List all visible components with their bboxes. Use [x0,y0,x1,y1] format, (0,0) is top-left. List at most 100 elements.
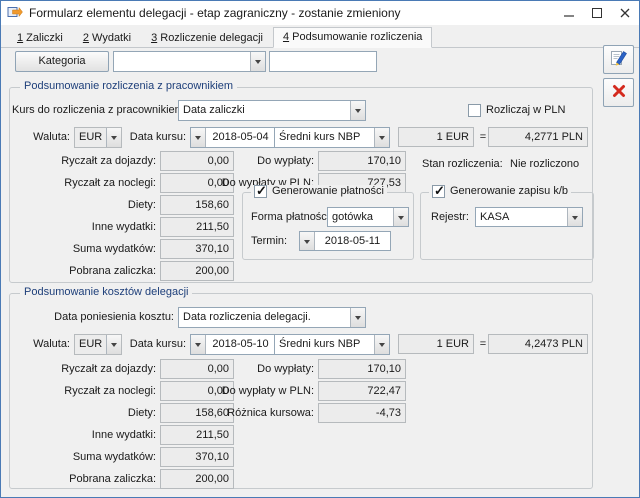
calendar-dropdown-icon[interactable] [300,232,315,250]
save-button[interactable] [603,45,634,74]
titlebar: Formularz elementu delegacji - etap zagr… [1,1,639,25]
checkbox-box [432,185,445,198]
generowanie-platnosci-checkbox[interactable]: Generowanie płatności [251,185,387,198]
diety-field: 158,60 [160,195,234,215]
field-row: Pobrana zaliczka: 200,00 [20,468,234,489]
kategoria-opis-input[interactable] [269,51,377,72]
do-wyplaty-pln-koszty-field: 722,47 [318,381,406,401]
kurs-rozliczenia-label: Kurs do rozliczenia z pracownikiem: [12,100,174,121]
data-kursu-value: 2018-05-10 [206,335,275,354]
stan-rozliczenia-value: Nie rozliczono [510,154,579,175]
kurs-jednostka-field: 1 EUR [398,127,474,147]
inne-wydatki-label: Inne wydatki: [20,429,156,441]
waluta-value: EUR [75,128,106,147]
suma-wydatkow-field: 370,10 [160,239,234,259]
kurs-przelicznik-field: 4,2771 PLN [488,127,588,147]
data-poniesienia-combo[interactable]: Data rozliczenia delegacji. [178,307,366,328]
field-row: Suma wydatków: 370,10 [20,446,234,467]
rejestr-combo[interactable]: KASA [475,207,583,227]
roznica-kursowa-label: Różnica kursowa: [196,407,314,419]
pobrana-zaliczka-koszty-field: 200,00 [160,469,234,489]
costs-group: Podsumowanie kosztów delegacji Data poni… [9,293,593,489]
ryczalt-dojazdy-label: Ryczałt za dojazdy: [20,155,156,167]
generowanie-platnosci-box: Generowanie płatności Forma płatności: g… [242,192,414,260]
chevron-down-icon[interactable] [350,308,365,327]
kategoria-combo[interactable] [113,51,266,72]
field-row: Różnica kursowa: -4,73 [196,402,406,423]
settlement-group-title: Podsumowanie rozliczenia z pracownikiem [20,80,237,92]
cancel-x-icon [610,82,628,103]
close-icon[interactable] [611,1,639,25]
pobrana-zaliczka-field: 200,00 [160,261,234,281]
chevron-down-icon[interactable] [374,128,389,147]
kategoria-button[interactable]: Kategoria [15,51,109,72]
generowanie-zapisu-kb-box: Generowanie zapisu k/b Rejestr: KASA [420,192,594,260]
equals-sign: = [478,334,488,355]
do-wyplaty-field: 170,10 [318,151,406,171]
tab-wydatki[interactable]: 2 Wydatki [73,28,141,47]
forma-platnosci-combo[interactable]: gotówka [327,207,409,227]
costs-payout-fields: Do wypłaty: 170,10 Do wypłaty w PLN: 722… [196,358,406,424]
tab-rozliczenie-delegacji[interactable]: 3 Rozliczenie delegacji [141,28,273,47]
window-title: Formularz elementu delegacji - etap zagr… [29,6,401,20]
stan-rozliczenia-label: Stan rozliczenia: [422,154,503,175]
data-poniesienia-label: Data poniesienia kosztu: [12,307,174,328]
do-wyplaty-pln-label: Do wypłaty w PLN: [196,385,314,397]
inne-wydatki-field: 211,50 [160,217,234,237]
field-row: Suma wydatków: 370,10 [20,238,234,259]
kategoria-combo-value [114,52,250,71]
field-row: Inne wydatki: 211,50 [20,424,234,445]
tab-bar: 1 Zaliczki 2 Wydatki 3 Rozliczenie deleg… [1,25,639,48]
checkbox-box [254,185,267,198]
data-kursu-label: Data kursu: [118,127,186,148]
inne-wydatki-label: Inne wydatki: [20,221,156,233]
costs-group-title: Podsumowanie kosztów delegacji [20,286,192,298]
delegation-form-window: Formularz elementu delegacji - etap zagr… [0,0,640,498]
do-wyplaty-label: Do wypłaty: [196,363,314,375]
maximize-icon[interactable] [583,1,611,25]
typ-kursu-combo[interactable]: Średni kurs NBP [274,334,390,355]
generowanie-platnosci-label: Generowanie płatności [272,185,384,198]
window-controls [555,1,639,25]
minimize-icon[interactable] [555,1,583,25]
field-row: Pobrana zaliczka: 200,00 [20,260,234,281]
do-wyplaty-label: Do wypłaty: [196,155,314,167]
ryczalt-noclegi-label: Ryczałt za noclegi: [20,385,156,397]
chevron-down-icon[interactable] [393,208,408,226]
typ-kursu-value: Średni kurs NBP [275,128,374,147]
termin-value: 2018-05-11 [315,232,390,250]
suma-wydatkow-koszty-field: 370,10 [160,447,234,467]
rozliczaj-w-pln-checkbox[interactable]: Rozliczaj w PLN [468,104,565,117]
termin-label: Termin: [251,231,287,252]
forma-platnosci-label: Forma płatności: [251,207,332,228]
ryczalt-noclegi-label: Ryczałt za noclegi: [20,177,156,189]
waluta-combo: EUR [74,127,122,148]
calendar-dropdown-icon[interactable] [191,335,206,354]
tab-zaliczki[interactable]: 1 Zaliczki [7,28,73,47]
pobrana-zaliczka-label: Pobrana zaliczka: [20,473,156,485]
chevron-down-icon[interactable] [350,101,365,120]
generowanie-zapisu-kb-label: Generowanie zapisu k/b [450,185,568,198]
waluta-label: Waluta: [12,334,70,355]
kurs-rozliczenia-combo[interactable]: Data zaliczki [178,100,366,121]
generowanie-zapisu-kb-checkbox[interactable]: Generowanie zapisu k/b [429,185,571,198]
app-icon [7,4,23,23]
forma-platnosci-value: gotówka [328,208,393,226]
termin-datepicker[interactable]: 2018-05-11 [299,231,391,251]
field-row: Diety: 158,60 [20,194,234,215]
tab-podsumowanie-rozliczenia[interactable]: 4 Podsumowanie rozliczenia [273,27,432,48]
calendar-dropdown-icon[interactable] [191,128,206,147]
chevron-down-icon[interactable] [374,335,389,354]
data-kursu-datepicker[interactable]: 2018-05-04 [190,127,276,148]
data-kursu-label: Data kursu: [118,334,186,355]
data-kursu-datepicker[interactable]: 2018-05-10 [190,334,276,355]
chevron-down-icon[interactable] [567,208,582,226]
cancel-button[interactable] [603,78,634,107]
field-row: Inne wydatki: 211,50 [20,216,234,237]
typ-kursu-combo[interactable]: Średni kurs NBP [274,127,390,148]
kurs-jednostka-field: 1 EUR [398,334,474,354]
waluta-label: Waluta: [12,127,70,148]
chevron-down-icon[interactable] [250,52,265,71]
rozliczaj-w-pln-label: Rozliczaj w PLN [486,104,565,117]
save-icon [609,48,629,71]
